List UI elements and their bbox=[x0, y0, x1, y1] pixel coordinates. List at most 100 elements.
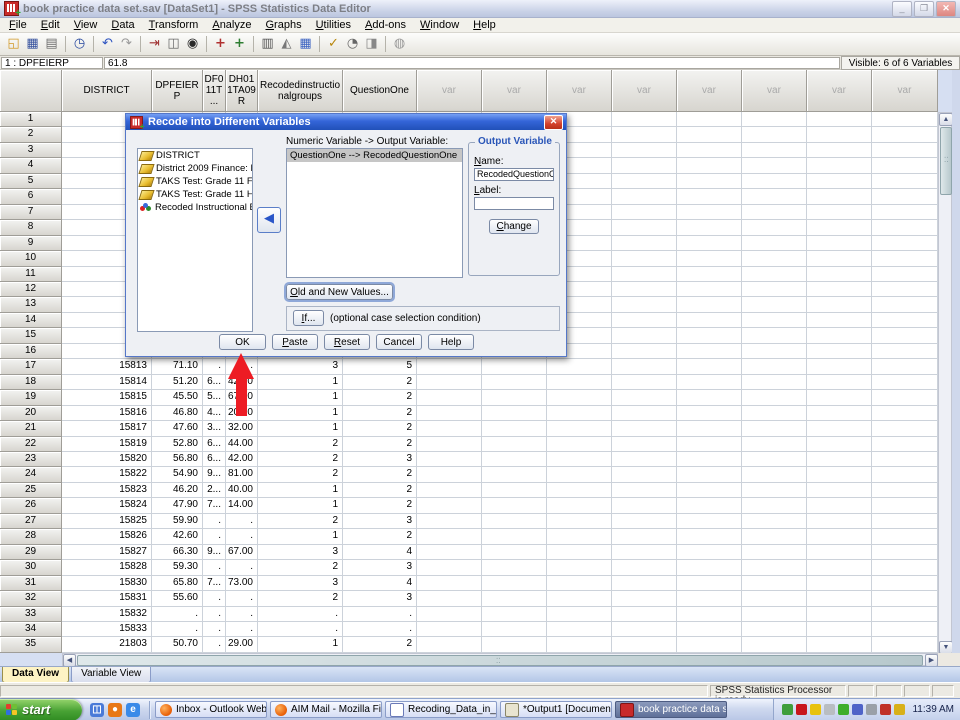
cell[interactable] bbox=[742, 545, 807, 560]
cell[interactable] bbox=[872, 607, 938, 622]
cell[interactable] bbox=[742, 220, 807, 235]
cell[interactable]: . bbox=[226, 359, 258, 374]
cell-reference[interactable]: 1 : DPFEIERP bbox=[1, 57, 103, 69]
dialog-titlebar[interactable]: Recode into Different Variables ✕ bbox=[126, 114, 566, 130]
row-header[interactable]: 10 bbox=[0, 251, 62, 266]
cell[interactable] bbox=[872, 514, 938, 529]
cell[interactable]: 4 bbox=[343, 545, 417, 560]
row-header[interactable]: 23 bbox=[0, 452, 62, 467]
row-header[interactable]: 30 bbox=[0, 560, 62, 575]
cell[interactable] bbox=[677, 545, 742, 560]
cell[interactable] bbox=[612, 205, 677, 220]
cell[interactable] bbox=[677, 637, 742, 652]
cell[interactable] bbox=[677, 174, 742, 189]
cell[interactable] bbox=[612, 220, 677, 235]
cell[interactable] bbox=[482, 421, 547, 436]
cell[interactable]: 9... bbox=[203, 545, 226, 560]
cell[interactable] bbox=[872, 483, 938, 498]
cell[interactable]: . bbox=[226, 514, 258, 529]
cell[interactable]: 15831 bbox=[62, 591, 152, 606]
cell[interactable] bbox=[742, 467, 807, 482]
cell[interactable]: 46.20 bbox=[152, 483, 203, 498]
cell[interactable] bbox=[872, 591, 938, 606]
cell[interactable] bbox=[612, 282, 677, 297]
source-variable-item[interactable]: TAKS Test: Grade 11 Hi... bbox=[138, 188, 252, 201]
cell[interactable]: 15814 bbox=[62, 375, 152, 390]
cell[interactable]: 2 bbox=[343, 375, 417, 390]
cell[interactable] bbox=[807, 297, 872, 312]
cell[interactable] bbox=[612, 529, 677, 544]
cell[interactable] bbox=[872, 313, 938, 328]
cell[interactable] bbox=[677, 158, 742, 173]
tray-update-check-icon[interactable] bbox=[838, 704, 849, 715]
cell[interactable] bbox=[482, 576, 547, 591]
cell[interactable] bbox=[612, 251, 677, 266]
cell[interactable] bbox=[677, 236, 742, 251]
cell[interactable]: 2 bbox=[343, 637, 417, 652]
help-button[interactable]: Help bbox=[428, 334, 474, 350]
taskbar-task-button[interactable]: Recoding_Data_in_S... bbox=[385, 701, 497, 718]
cell[interactable] bbox=[807, 158, 872, 173]
row-header[interactable]: 5 bbox=[0, 174, 62, 189]
cell[interactable] bbox=[677, 498, 742, 513]
row-header[interactable]: 29 bbox=[0, 545, 62, 560]
value-labels-icon[interactable]: ✓ bbox=[324, 35, 343, 53]
ok-button[interactable]: OK bbox=[219, 334, 266, 350]
cell[interactable] bbox=[807, 576, 872, 591]
cell[interactable] bbox=[417, 560, 482, 575]
cell[interactable] bbox=[482, 437, 547, 452]
row-header[interactable]: 33 bbox=[0, 607, 62, 622]
cell[interactable]: 2 bbox=[343, 406, 417, 421]
cell[interactable]: . bbox=[258, 607, 343, 622]
cell[interactable]: 56.80 bbox=[152, 452, 203, 467]
cell[interactable]: 2 bbox=[343, 529, 417, 544]
cell[interactable] bbox=[482, 452, 547, 467]
cell[interactable] bbox=[807, 328, 872, 343]
cell[interactable]: 2... bbox=[203, 483, 226, 498]
cell[interactable]: . bbox=[343, 607, 417, 622]
cell[interactable] bbox=[547, 637, 612, 652]
cell[interactable] bbox=[807, 189, 872, 204]
column-header[interactable]: var bbox=[677, 70, 742, 112]
row-header[interactable]: 7 bbox=[0, 205, 62, 220]
cell[interactable] bbox=[547, 467, 612, 482]
cell[interactable]: 67.00 bbox=[226, 390, 258, 405]
taskbar-task-button[interactable]: book practice data se... bbox=[615, 701, 727, 718]
cell[interactable]: 46.80 bbox=[152, 406, 203, 421]
menu-transform[interactable]: Transform bbox=[142, 18, 206, 32]
cell[interactable] bbox=[742, 576, 807, 591]
cell[interactable] bbox=[482, 390, 547, 405]
internet-explorer-icon[interactable]: e bbox=[126, 703, 140, 717]
cell[interactable]: 15822 bbox=[62, 467, 152, 482]
cell[interactable] bbox=[807, 637, 872, 652]
tray-green-utility-icon[interactable] bbox=[782, 704, 793, 715]
cell[interactable] bbox=[677, 313, 742, 328]
cell[interactable] bbox=[742, 560, 807, 575]
cell[interactable]: 59.90 bbox=[152, 514, 203, 529]
cell[interactable]: 14.00 bbox=[226, 498, 258, 513]
cell[interactable] bbox=[612, 297, 677, 312]
cell[interactable]: 54.90 bbox=[152, 467, 203, 482]
cell[interactable]: 3 bbox=[343, 514, 417, 529]
cell[interactable] bbox=[417, 483, 482, 498]
cell[interactable]: 42.60 bbox=[152, 529, 203, 544]
name-field[interactable]: RecodedQuestionOne bbox=[474, 168, 554, 181]
cell[interactable] bbox=[807, 127, 872, 142]
cell[interactable] bbox=[872, 375, 938, 390]
insert-variable-icon[interactable]: + bbox=[230, 35, 249, 53]
cell[interactable] bbox=[742, 498, 807, 513]
cell[interactable] bbox=[612, 591, 677, 606]
cell[interactable] bbox=[742, 344, 807, 359]
cell[interactable]: . bbox=[203, 560, 226, 575]
cell[interactable]: 15826 bbox=[62, 529, 152, 544]
cell[interactable] bbox=[417, 406, 482, 421]
cell[interactable]: 2 bbox=[343, 421, 417, 436]
cell[interactable] bbox=[742, 313, 807, 328]
cell[interactable]: 1 bbox=[258, 498, 343, 513]
tab-variable-view[interactable]: Variable View bbox=[71, 667, 151, 683]
cell[interactable]: 15820 bbox=[62, 452, 152, 467]
cell[interactable] bbox=[742, 437, 807, 452]
cell[interactable] bbox=[742, 328, 807, 343]
cell[interactable]: . bbox=[226, 560, 258, 575]
cell[interactable] bbox=[807, 622, 872, 637]
